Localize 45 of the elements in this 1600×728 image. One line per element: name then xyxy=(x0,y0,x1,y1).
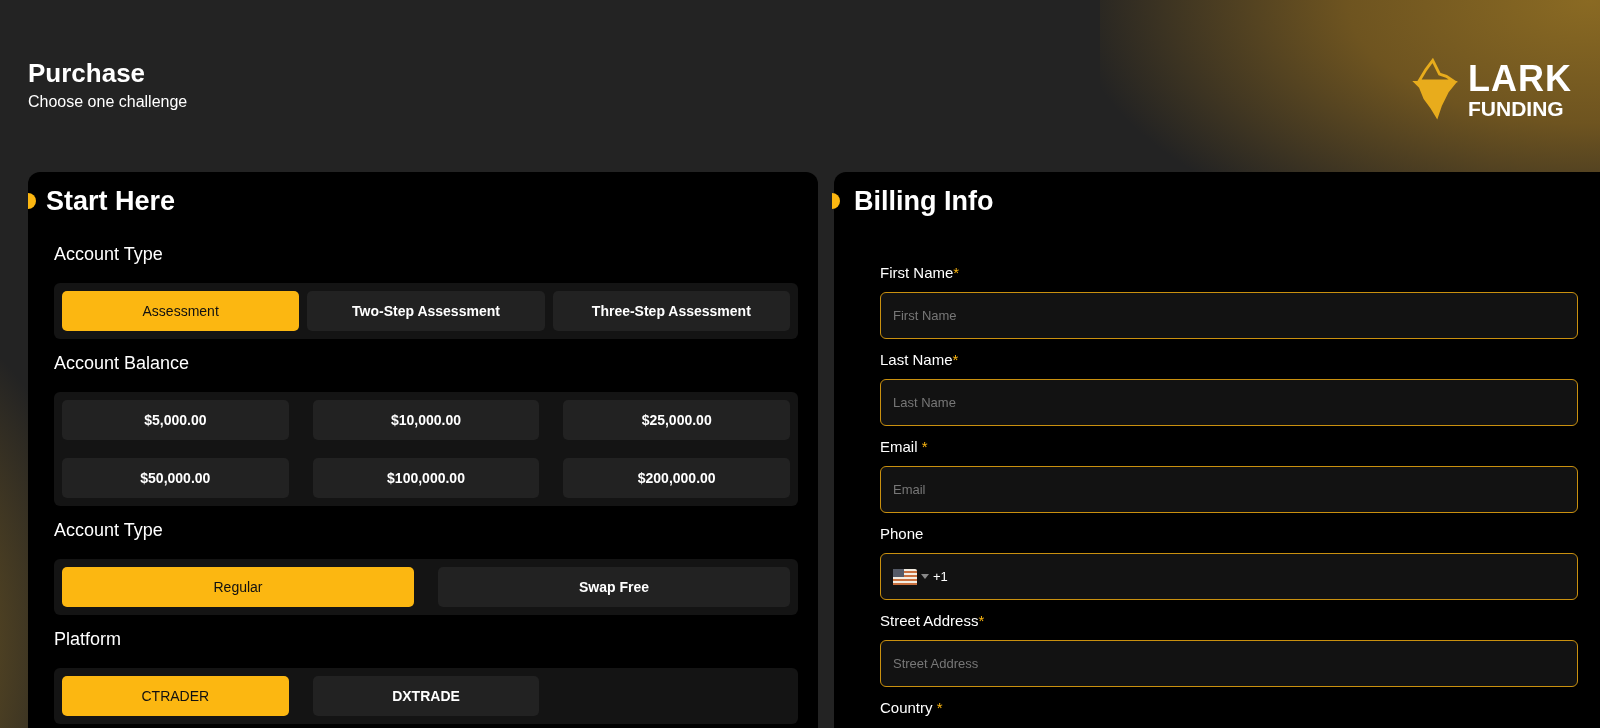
option-button[interactable]: $100,000.00 xyxy=(312,458,540,498)
option-button[interactable]: CTRADER xyxy=(62,676,289,716)
option-button[interactable]: $5,000.00 xyxy=(62,400,289,440)
section-title: Account Type xyxy=(54,244,164,265)
flag-icon xyxy=(893,568,917,585)
logo-tagline: FUNDING xyxy=(1468,98,1565,119)
required-mark: * xyxy=(920,438,928,455)
caret-icon[interactable] xyxy=(921,574,929,579)
field-label: Phone xyxy=(880,525,924,542)
panel-title: Start Here xyxy=(46,185,176,217)
field-label: First Name xyxy=(880,264,954,281)
option-button[interactable]: $50,000.00 xyxy=(62,458,289,498)
page-title: Purchase xyxy=(28,58,147,89)
required-mark: * xyxy=(978,612,985,629)
field-label: Country xyxy=(880,699,933,716)
option-button[interactable]: $200,000.00 xyxy=(563,458,790,498)
option-button[interactable]: Three-Step Assessment xyxy=(552,291,790,331)
phone-field[interactable]: +1 xyxy=(880,553,1578,600)
option-button[interactable]: Assessment xyxy=(62,291,300,331)
required-mark: * xyxy=(935,699,943,716)
option-button[interactable]: Swap Free xyxy=(438,567,790,607)
field-label: Last Name xyxy=(880,351,953,368)
section-title: Account Balance xyxy=(54,353,191,374)
input-field[interactable]: Email xyxy=(880,466,1578,513)
input-field[interactable]: Street Address xyxy=(880,640,1578,687)
input-field[interactable]: First Name xyxy=(880,292,1578,339)
required-mark: * xyxy=(952,351,959,368)
iceberg-logo-icon xyxy=(1410,58,1460,122)
input-field[interactable]: Last Name xyxy=(880,379,1578,426)
required-mark: * xyxy=(953,264,960,281)
section-title: Account Type xyxy=(54,520,164,541)
phone-code: +1 xyxy=(933,569,948,584)
logo-wordmark: LARK xyxy=(1468,61,1572,97)
marker-pip-icon xyxy=(832,193,840,209)
panel-title: Billing Info xyxy=(854,185,994,217)
option-button[interactable]: $25,000.00 xyxy=(563,400,790,440)
field-label: Street Address xyxy=(880,612,979,629)
marker-pip-icon xyxy=(28,193,36,209)
field-label: Email xyxy=(880,438,918,455)
page-subtitle: Choose one challenge xyxy=(28,93,188,111)
option-button[interactable]: Two-Step Assessment xyxy=(307,291,545,331)
option-button[interactable]: Regular xyxy=(62,567,414,607)
option-button[interactable]: $10,000.00 xyxy=(312,400,540,440)
option-button[interactable]: DXTRADE xyxy=(312,676,540,716)
section-title: Platform xyxy=(54,629,123,650)
